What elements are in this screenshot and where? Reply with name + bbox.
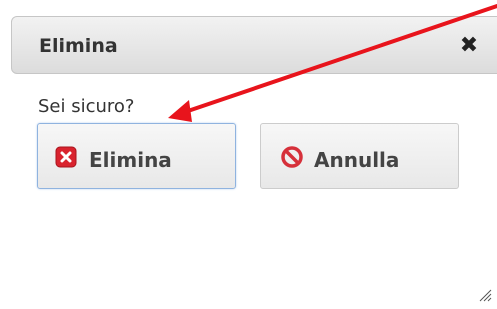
delete-icon (55, 146, 77, 168)
delete-button[interactable]: Elimina (37, 123, 236, 189)
cancel-icon (281, 146, 303, 168)
dialog-titlebar: Elimina ✖ (11, 16, 497, 74)
cancel-button-label: Annulla (314, 148, 400, 172)
delete-dialog: Elimina ✖ Sei sicuro? Elimina Annulla (0, 0, 497, 309)
close-icon[interactable]: ✖ (459, 34, 479, 58)
confirm-message: Sei sicuro? (38, 96, 135, 117)
cancel-button[interactable]: Annulla (260, 123, 459, 189)
resize-handle-icon[interactable] (478, 288, 492, 302)
delete-button-label: Elimina (89, 148, 172, 172)
dialog-title: Elimina (39, 35, 118, 57)
